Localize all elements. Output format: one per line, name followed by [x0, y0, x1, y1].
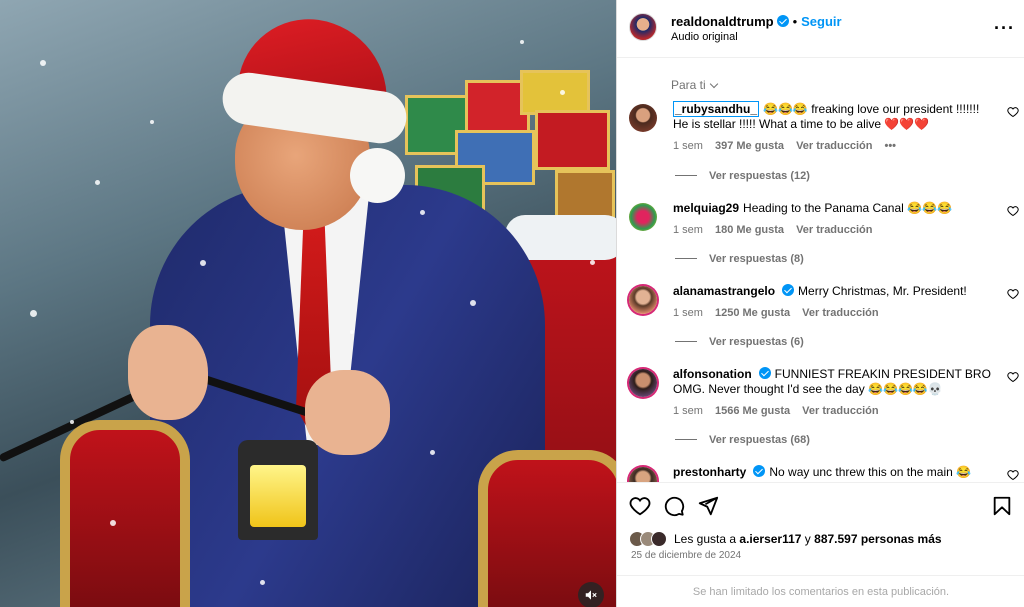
comment-body: No way unc threw this on the main 😂	[769, 465, 972, 479]
comment-icon[interactable]	[663, 495, 685, 517]
comment-meta: 1 sem 1566 Me gusta Ver traducción	[673, 405, 891, 417]
likes-middle: y	[804, 532, 811, 546]
comment-text-block: alfonsonation FUNNIEST FREAKIN PRESIDENT …	[673, 367, 993, 397]
heart-icon[interactable]	[1007, 469, 1019, 481]
comment-likes[interactable]: 397 Me gusta	[715, 140, 784, 152]
bookmark-icon[interactable]	[991, 495, 1013, 517]
comment-username[interactable]: alanamastrangelo	[673, 284, 775, 298]
comment-username[interactable]: melquiag29	[673, 201, 739, 215]
translate-link[interactable]: Ver traducción	[802, 307, 878, 319]
heart-icon[interactable]	[1007, 106, 1019, 118]
comment-meta: 1 sem 1250 Me gusta Ver traducción	[673, 307, 891, 319]
separator-dot: •	[792, 14, 798, 29]
comment-likes[interactable]: 1566 Me gusta	[715, 405, 790, 417]
sleigh-seat-left	[60, 420, 190, 607]
liker-username[interactable]: a.ierser117	[739, 532, 801, 546]
translate-link[interactable]: Ver traducción	[796, 140, 872, 152]
post-date[interactable]: 25 de diciembre de 2024	[631, 550, 741, 561]
right-hand	[305, 370, 390, 455]
comment-time[interactable]: 1 sem	[673, 405, 703, 417]
verified-badge	[758, 367, 771, 379]
post-header: realdonaldtrump • Seguir Audio original ··…	[617, 0, 1024, 58]
likes-text: Les gusta a a.ierser117 y 887.597 person…	[674, 532, 942, 546]
author-avatar[interactable]	[629, 13, 657, 41]
share-icon[interactable]	[697, 495, 719, 517]
comment-meta: 1 sem 180 Me gusta Ver traducción	[673, 224, 884, 236]
comment-username[interactable]: prestonharty	[673, 465, 746, 479]
view-replies-link[interactable]: Ver respuestas (12)	[675, 170, 810, 182]
lantern-glass	[250, 465, 306, 527]
comment-username[interactable]: alfonsonation	[673, 367, 752, 381]
verified-badge	[782, 284, 795, 296]
view-replies-link[interactable]: Ver respuestas (6)	[675, 336, 804, 348]
comment-text-block: _rubysandhu_ 😂😂😂 freaking love our presid…	[673, 101, 993, 132]
post-video[interactable]	[0, 0, 616, 607]
comment-body: Merry Christmas, Mr. President!	[798, 284, 967, 298]
post-side-panel: realdonaldtrump • Seguir Audio original ··…	[616, 0, 1024, 607]
comment-time[interactable]: 1 sem	[673, 140, 703, 152]
chevron-down-icon	[709, 79, 718, 89]
comment-time[interactable]: 1 sem	[673, 307, 703, 319]
likes-count[interactable]: 887.597 personas más	[814, 532, 941, 546]
likes-summary[interactable]: Les gusta a a.ierser117 y 887.597 person…	[629, 529, 942, 549]
heart-icon[interactable]	[1007, 371, 1019, 383]
author-username[interactable]: realdonaldtrump	[671, 14, 774, 29]
likes-prefix: Les gusta a	[674, 532, 737, 546]
verified-badge	[753, 465, 766, 477]
comment-avatar[interactable]	[629, 104, 657, 132]
comment-likes[interactable]: 180 Me gusta	[715, 224, 784, 236]
translate-link[interactable]: Ver traducción	[796, 224, 872, 236]
left-hand	[128, 325, 208, 420]
mute-button[interactable]	[578, 582, 604, 607]
comment-more-options[interactable]: •••	[884, 140, 896, 152]
translate-link[interactable]: Ver traducción	[802, 405, 878, 417]
comment-text-block: alanamastrangelo Merry Christmas, Mr. Pre…	[673, 284, 993, 299]
comment-body: Heading to the Panama Canal 😂😂😂	[743, 201, 952, 215]
comment-likes[interactable]: 1250 Me gusta	[715, 307, 790, 319]
mute-icon	[585, 590, 597, 600]
heart-icon[interactable]	[1007, 205, 1019, 217]
audio-label[interactable]: Audio original	[671, 31, 738, 43]
comment-avatar[interactable]	[629, 369, 657, 397]
liker-avatar	[651, 531, 667, 547]
comment-avatar[interactable]	[629, 467, 657, 482]
comment-meta: 1 sem 397 Me gusta Ver traducción •••	[673, 140, 908, 152]
heart-icon[interactable]	[1007, 288, 1019, 300]
comment-avatar[interactable]	[629, 286, 657, 314]
verified-badge	[776, 15, 789, 27]
view-replies-link[interactable]: Ver respuestas (8)	[675, 253, 804, 265]
author-line: realdonaldtrump • Seguir	[671, 14, 842, 29]
comments-list[interactable]: Para ti _rubysandhu_ 😂😂😂 freaking love ou…	[617, 58, 1024, 482]
more-options-icon[interactable]: ···	[994, 18, 1015, 39]
comment-time[interactable]: 1 sem	[673, 224, 703, 236]
comment-text-block: prestonharty No way unc threw this on the…	[673, 465, 993, 480]
comment-sort-label: Para ti	[671, 78, 706, 92]
comment-sort-dropdown[interactable]: Para ti	[671, 78, 718, 92]
follow-button[interactable]: Seguir	[801, 14, 841, 29]
comment-username[interactable]: _rubysandhu_	[673, 101, 760, 117]
heart-icon[interactable]	[629, 495, 651, 517]
comments-limited-notice: Se han limitado los comentarios en esta …	[617, 575, 1024, 607]
comment-text-block: melquiag29 Heading to the Panama Canal 😂😂…	[673, 201, 993, 216]
view-replies-link[interactable]: Ver respuestas (68)	[675, 434, 810, 446]
comment-avatar[interactable]	[629, 203, 657, 231]
santa-hat-pompom	[350, 148, 405, 203]
